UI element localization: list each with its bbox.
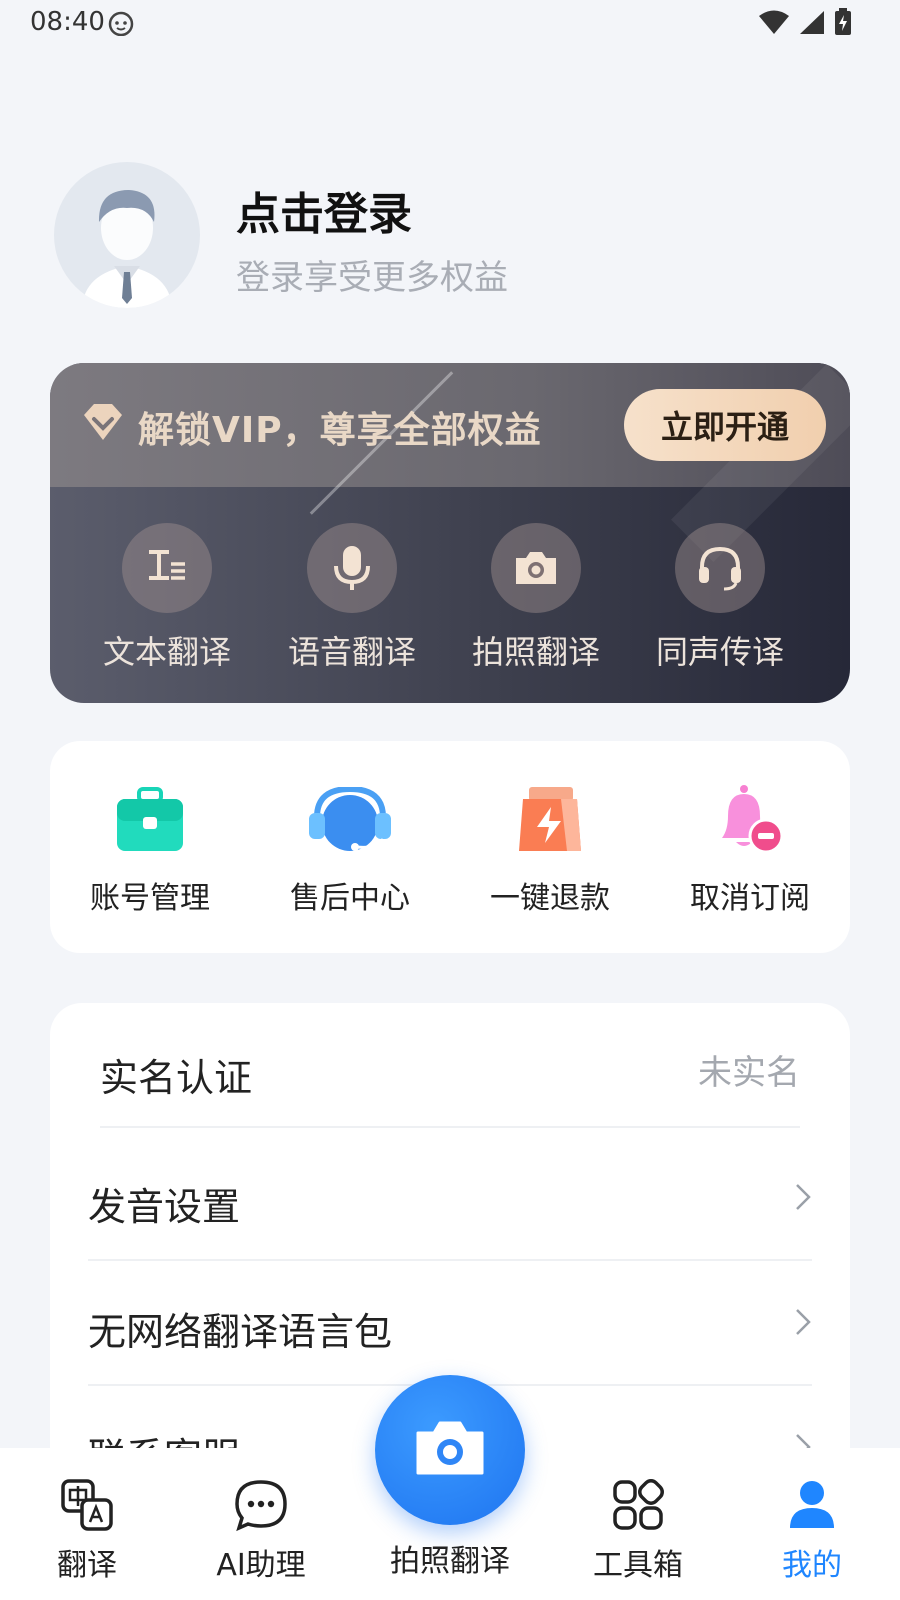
nav-label: 我的 — [782, 1548, 842, 1583]
service-label: 账号管理 — [90, 881, 210, 916]
realname-status: 未实名 — [698, 1053, 800, 1093]
vip-feature-label: 拍照翻译 — [471, 633, 600, 671]
vip-feature-simultaneous[interactable]: 同声传译 — [630, 523, 810, 673]
bell-minus-icon — [650, 779, 850, 861]
toolbox-icon — [573, 1476, 703, 1534]
offline-language-pack-row[interactable]: 无网络翻译语言包 — [88, 1261, 812, 1386]
realname-verification-row[interactable]: 实名认证 未实名 — [100, 1003, 800, 1128]
vip-banner-text: 解锁VIP，尊享全部权益 — [138, 410, 542, 451]
vip-feature-voice-translate[interactable]: 语音翻译 — [262, 523, 442, 673]
text-translate-icon — [122, 523, 212, 613]
diamond-icon — [80, 401, 126, 447]
service-label: 售后中心 — [290, 881, 410, 916]
battery-icon — [834, 8, 852, 40]
status-time: 08:40 — [30, 7, 105, 37]
wifi-icon — [758, 9, 790, 39]
nav-label: 工具箱 — [593, 1548, 683, 1583]
nav-label: 翻译 — [57, 1548, 117, 1583]
nav-label: AI助理 — [216, 1548, 306, 1583]
refund-bag-icon — [450, 779, 650, 861]
pronunciation-settings-row[interactable]: 发音设置 — [88, 1136, 812, 1261]
vip-feature-label: 语音翻译 — [287, 633, 416, 671]
settings-item-label: 发音设置 — [88, 1185, 241, 1229]
avatar[interactable] — [54, 162, 200, 308]
signal-icon — [798, 9, 826, 39]
headset-icon — [250, 779, 450, 861]
account-management[interactable]: 账号管理 — [50, 779, 250, 917]
camera-icon — [412, 1417, 488, 1483]
headset-icon — [675, 523, 765, 613]
vip-card: 解锁VIP，尊享全部权益 立即开通 文本翻译 语音翻译 拍照翻译 同声传译 — [50, 363, 850, 703]
login-title[interactable]: 点击登录 — [236, 178, 412, 242]
person-icon — [747, 1476, 877, 1534]
vip-feature-label: 同声传译 — [655, 633, 784, 671]
one-click-refund[interactable]: 一键退款 — [450, 779, 650, 917]
vip-feature-photo-translate[interactable]: 拍照翻译 — [446, 523, 626, 673]
service-label: 一键退款 — [490, 881, 610, 916]
services-card: 账号管理 售后中心 一键退款 取消订阅 — [50, 741, 850, 953]
activate-vip-button[interactable]: 立即开通 — [624, 389, 826, 461]
microphone-icon — [307, 523, 397, 613]
service-label: 取消订阅 — [690, 881, 810, 916]
chat-bubble-icon — [196, 1476, 326, 1534]
notification-icon — [108, 10, 134, 40]
chevron-right-icon — [794, 1182, 812, 1216]
login-subtitle: 登录享受更多权益 — [236, 258, 508, 298]
camera-icon — [491, 523, 581, 613]
cancel-subscription[interactable]: 取消订阅 — [650, 779, 850, 917]
after-sales-center[interactable]: 售后中心 — [250, 779, 450, 917]
nav-translate[interactable]: 翻译 — [22, 1476, 152, 1584]
status-bar: 08:40 — [0, 0, 900, 48]
briefcase-icon — [50, 779, 250, 861]
chevron-right-icon — [794, 1307, 812, 1341]
settings-item-label: 无网络翻译语言包 — [88, 1310, 393, 1354]
nav-toolbox[interactable]: 工具箱 — [573, 1476, 703, 1584]
nav-mine[interactable]: 我的 — [747, 1476, 877, 1584]
photo-translate-fab[interactable] — [375, 1375, 525, 1525]
nav-label[interactable]: 拍照翻译 — [370, 1536, 530, 1580]
realname-label: 实名认证 — [100, 1056, 253, 1100]
vip-feature-label: 文本翻译 — [102, 633, 231, 671]
translate-icon — [22, 1476, 152, 1534]
vip-feature-text-translate[interactable]: 文本翻译 — [77, 523, 257, 673]
nav-ai-assistant[interactable]: AI助理 — [196, 1476, 326, 1584]
